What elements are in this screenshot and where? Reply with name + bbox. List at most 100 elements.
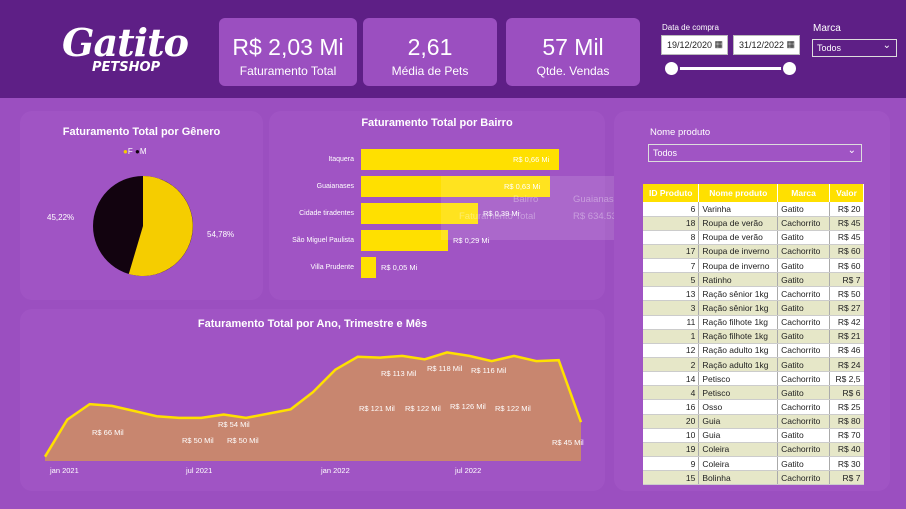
cell-id: 16 — [643, 399, 699, 415]
cell-valor: R$ 70 — [829, 428, 864, 443]
x-tick-label: jul 2021 — [186, 466, 213, 475]
table-row[interactable]: 14 Petisco Cachorrito R$ 2,5 — [643, 371, 864, 387]
bar[interactable] — [361, 257, 376, 278]
date-slider-start-handle[interactable] — [663, 60, 680, 77]
bar-value-label: R$ 0,66 Mi — [513, 155, 550, 164]
table-row[interactable]: 8 Roupa de verão Gatito R$ 45 — [643, 230, 864, 245]
kpi-card-qtde-vendas: 57 Mil Qtde. Vendas — [506, 18, 640, 86]
table-row[interactable]: 4 Petisco Gatito R$ 6 — [643, 385, 864, 401]
x-tick-label: jan 2021 — [50, 466, 79, 475]
table-row[interactable]: 19 Coleira Cachorrito R$ 40 — [643, 442, 864, 458]
product-dropdown-value: Todos — [653, 148, 678, 158]
kpi-label: Média de Pets — [391, 64, 469, 78]
kpi-value: 2,61 — [407, 34, 453, 60]
table-row[interactable]: 3 Ração sênior 1kg Gatito R$ 27 — [643, 300, 864, 316]
cell-marca: Gatito — [777, 272, 830, 288]
table-row[interactable]: 11 Ração filhote 1kg Cachorrito R$ 42 — [643, 315, 864, 330]
calendar-icon[interactable]: ▦ — [786, 39, 795, 50]
cell-valor: R$ 2,5 — [829, 371, 864, 387]
cell-id: 8 — [643, 230, 699, 245]
table-row[interactable]: 1 Ração filhote 1kg Gatito R$ 21 — [643, 329, 864, 344]
cell-valor: R$ 40 — [829, 442, 864, 458]
date-slider-end-handle[interactable] — [781, 60, 798, 77]
kpi-label: Faturamento Total — [239, 64, 337, 78]
col-header-nome[interactable]: Nome produto — [698, 184, 779, 202]
products-table-body: 6 Varinha Gatito R$ 20 18 Roupa de verão Cacho… — [643, 202, 864, 486]
table-row[interactable]: 5 Ratinho Gatito R$ 7 — [643, 272, 864, 288]
table-row[interactable]: 7 Roupa de inverno Gatito R$ 60 — [643, 258, 864, 274]
cell-id: 20 — [643, 414, 699, 429]
cell-marca: Cachorrito — [777, 399, 830, 415]
table-row[interactable]: 13 Ração sênior 1kg Cachorrito R$ 50 — [643, 286, 864, 302]
bar[interactable] — [361, 230, 448, 251]
cell-id: 11 — [643, 315, 699, 330]
cell-marca: Cachorrito — [777, 244, 830, 260]
cell-id: 12 — [643, 343, 699, 359]
table-row[interactable]: 17 Roupa de inverno Cachorrito R$ 60 — [643, 244, 864, 260]
cell-valor: R$ 60 — [829, 258, 864, 274]
cell-marca: Gatito — [777, 202, 830, 217]
data-label: R$ 122 Mil — [405, 404, 441, 413]
cell-marca: Cachorrito — [777, 315, 830, 330]
col-header-id[interactable]: ID Produto — [643, 184, 700, 202]
cell-nome: Guia — [698, 428, 778, 443]
cell-valor: R$ 42 — [829, 315, 864, 330]
product-dropdown[interactable]: Todos ⌄ — [648, 144, 862, 162]
data-label: R$ 54 Mil — [218, 420, 250, 429]
bar-value-label: R$ 0,05 Mi — [381, 263, 418, 272]
cell-nome: Ração sênior 1kg — [698, 286, 778, 302]
table-row[interactable]: 20 Guia Cachorrito R$ 80 — [643, 414, 864, 429]
legend-f: F — [127, 147, 133, 156]
cell-valor: R$ 27 — [829, 300, 864, 316]
bar-category-label: Itaquera — [328, 156, 354, 163]
cell-nome: Roupa de verão — [698, 216, 778, 231]
cell-valor: R$ 46 — [829, 343, 864, 359]
date-slider-track[interactable] — [671, 67, 790, 70]
cell-id: 10 — [643, 428, 699, 443]
table-row[interactable]: 10 Guia Gatito R$ 70 — [643, 428, 864, 443]
col-header-valor[interactable]: Valor — [829, 184, 864, 202]
calendar-icon[interactable]: ▦ — [714, 39, 723, 50]
marca-dropdown[interactable]: Todos ⌄ — [812, 39, 897, 57]
cell-valor: R$ 60 — [829, 244, 864, 260]
cell-valor: R$ 45 — [829, 230, 864, 245]
logo: Gatito PETSHOP — [58, 18, 189, 84]
cell-nome: Roupa de inverno — [698, 258, 778, 274]
date-end-value: 31/12/2022 — [739, 40, 785, 50]
kpi-card-media-pets: 2,61 Média de Pets — [363, 18, 497, 86]
table-row[interactable]: 9 Coleira Gatito R$ 30 — [643, 456, 864, 472]
data-label: R$ 66 Mil — [92, 428, 124, 437]
cell-marca: Cachorrito — [777, 414, 830, 429]
table-row[interactable]: 16 Osso Cachorrito R$ 25 — [643, 399, 864, 415]
tooltip-key-1: Bairro — [513, 194, 539, 205]
cell-marca: Gatito — [777, 357, 830, 373]
cell-id: 1 — [643, 329, 699, 344]
col-header-marca[interactable]: Marca — [777, 184, 831, 202]
pie-label-m: 45,22% — [47, 213, 75, 222]
cell-id: 3 — [643, 300, 699, 316]
cell-nome: Osso — [698, 399, 778, 415]
cell-nome: Ração filhote 1kg — [698, 315, 778, 330]
kpi-value: R$ 2,03 Mi — [232, 34, 344, 60]
table-row[interactable]: 12 Ração adulto 1kg Cachorrito R$ 46 — [643, 343, 864, 359]
date-end-input[interactable]: 31/12/2022 ▦ — [733, 35, 800, 55]
cell-marca: Cachorrito — [777, 216, 830, 231]
cell-valor: R$ 7 — [829, 470, 864, 486]
legend-m: M — [139, 147, 147, 156]
cell-nome: Ração filhote 1kg — [698, 329, 778, 344]
table-row[interactable]: 18 Roupa de verão Cachorrito R$ 45 — [643, 216, 864, 231]
date-start-input[interactable]: 19/12/2020 ▦ — [661, 35, 728, 55]
cell-nome: Coleira — [698, 456, 778, 472]
cell-id: 2 — [643, 357, 699, 373]
cell-nome: Bolinha — [698, 470, 778, 486]
logo-text: Gatito — [62, 20, 189, 65]
cell-nome: Coleira — [698, 442, 778, 458]
cell-valor: R$ 6 — [829, 385, 864, 401]
marca-filter-label: Marca — [813, 23, 841, 34]
cell-marca: Cachorrito — [777, 470, 830, 486]
time-area-chart — [43, 351, 583, 461]
cell-id: 7 — [643, 258, 699, 274]
table-row[interactable]: 6 Varinha Gatito R$ 20 — [643, 202, 864, 217]
table-row[interactable]: 2 Ração adulto 1kg Gatito R$ 24 — [643, 357, 864, 373]
table-row[interactable]: 15 Bolinha Cachorrito R$ 7 — [643, 470, 864, 486]
